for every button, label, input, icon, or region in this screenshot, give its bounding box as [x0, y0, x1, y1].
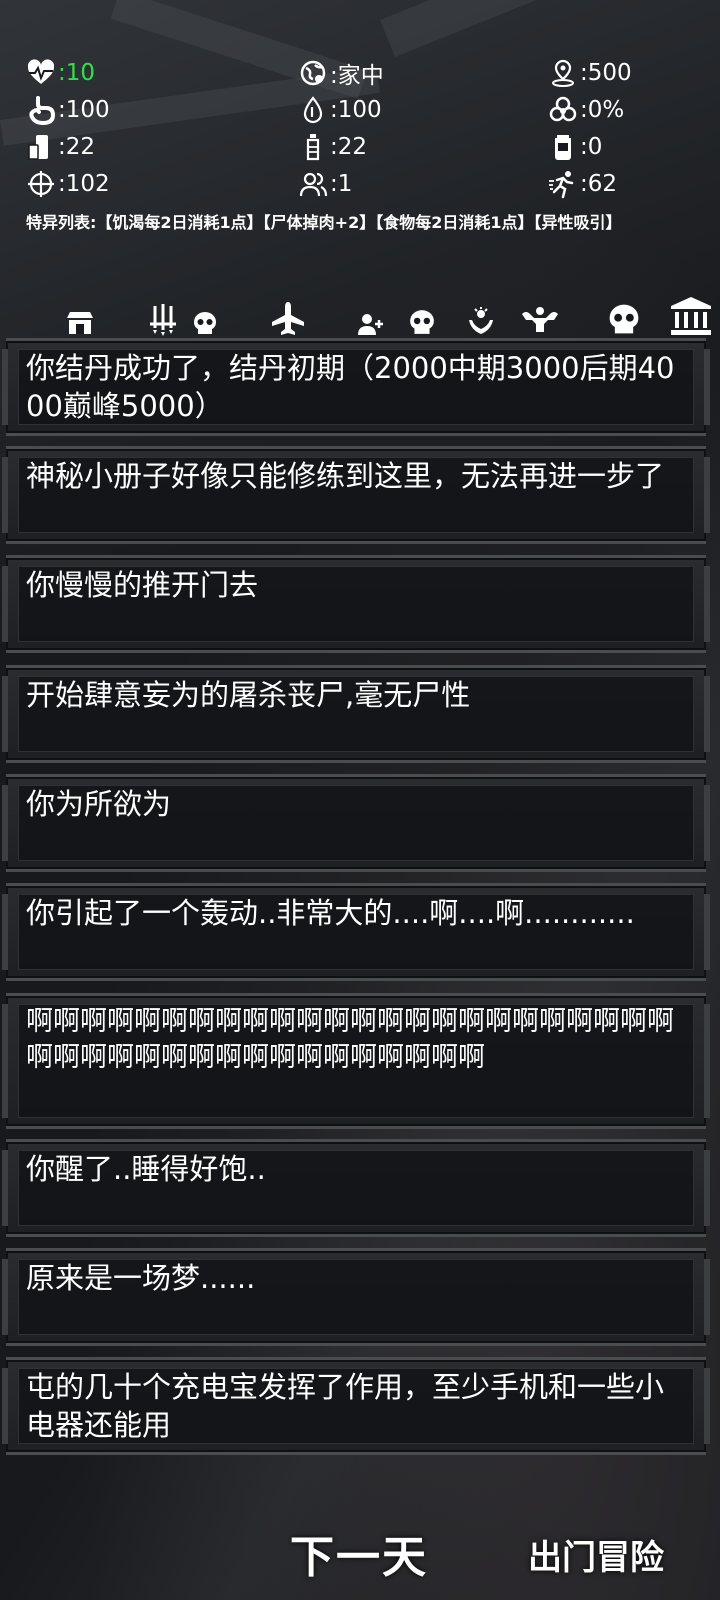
stomach-icon: [29, 96, 56, 125]
biohazard-icon: [549, 96, 577, 122]
food-can-icon: [28, 135, 48, 160]
message-text: 你醒了..睡得好饱..: [26, 1152, 266, 1186]
muscle-icon: [522, 307, 558, 332]
message-text: 你为所欲为: [26, 787, 172, 821]
airplane-icon: [272, 302, 304, 335]
stat-attack-value: :102: [58, 171, 110, 197]
stat-people-value: :1: [330, 171, 353, 197]
message-text: 你结丹成功了，结丹初期（2000中期3000后期4000巅峰5000）: [26, 351, 675, 423]
crosshair-icon: [28, 171, 54, 197]
traits-list: 特异列表:【饥渴每2日消耗1点】【尸体掉肉+2】【食物每2日消耗1点】【异性吸引…: [26, 213, 622, 232]
list-item: 原来是一场梦......: [2, 1248, 710, 1346]
stat-distance: :500: [548, 58, 696, 88]
water-drop-icon: [303, 96, 323, 124]
stat-infection: :0%: [548, 95, 696, 125]
running-icon: [549, 171, 574, 199]
travel-button[interactable]: [268, 290, 308, 336]
bank-button[interactable]: [668, 290, 714, 336]
status-panel: :10 :家中 :500 :100 :100 :0% :22 :22 :0 :1…: [26, 58, 696, 199]
stat-people: :1: [298, 169, 548, 199]
stat-water: :22: [298, 132, 548, 162]
recruit-button[interactable]: [355, 290, 389, 336]
heartbeat-icon: [27, 59, 55, 84]
jar-icon: [555, 135, 571, 160]
list-item: 你慢慢的推开门去: [2, 555, 710, 653]
stat-attack: :102: [26, 169, 298, 199]
list-item: 神秘小册子好像只能修练到这里，无法再进一步了: [2, 446, 710, 544]
zombie-button[interactable]: [190, 290, 220, 336]
message-text: 神秘小册子好像只能修练到这里，无法再进一步了: [26, 459, 665, 493]
stat-supplies: :0: [548, 132, 696, 162]
shop-button[interactable]: [62, 290, 98, 336]
stat-thirst-value: :100: [330, 97, 382, 123]
list-item: 啊啊啊啊啊啊啊啊啊啊啊啊啊啊啊啊啊啊啊啊啊啊啊啊啊啊啊啊啊啊啊啊啊啊啊啊啊啊啊啊…: [2, 993, 710, 1129]
stat-food-value: :22: [58, 134, 96, 160]
action-icon-bar: [0, 290, 720, 340]
shop-icon: [67, 312, 93, 334]
stat-water-value: :22: [330, 134, 368, 160]
stat-location: :家中: [298, 58, 548, 89]
skull-icon: [194, 312, 216, 334]
list-item: 你为所欲为: [2, 774, 710, 872]
list-item: 屯的几十个充电宝发挥了作用，至少手机和一些小电器还能用: [2, 1357, 710, 1455]
stat-thirst: :100: [298, 95, 548, 125]
stat-speed-value: :62: [580, 171, 618, 197]
stat-location-value: :家中: [330, 63, 384, 89]
skull-icon: [410, 310, 434, 334]
stat-supplies-value: :0: [580, 134, 603, 160]
boss-button[interactable]: [604, 290, 644, 336]
message-text: 开始肆意妄为的屠杀丧尸,毫无尸性: [26, 678, 471, 712]
weapons-button[interactable]: [145, 290, 181, 336]
add-user-icon: [358, 314, 383, 335]
train-button[interactable]: [518, 290, 562, 336]
go-out-adventure-button[interactable]: 出门冒险: [528, 1530, 664, 1579]
message-text: 你慢慢的推开门去: [26, 568, 259, 602]
stat-hunger-value: :100: [58, 97, 110, 123]
stat-health-value: :10: [58, 60, 96, 86]
next-day-button[interactable]: 下一天: [290, 1521, 428, 1585]
weapons-icon: [150, 304, 176, 336]
people-icon: [299, 172, 328, 197]
stat-food: :22: [26, 132, 298, 162]
stat-health: :10: [26, 58, 298, 88]
list-item: 开始肆意妄为的屠杀丧尸,毫无尸性: [2, 665, 710, 763]
stat-infection-value: :0%: [580, 97, 625, 123]
message-text: 你引起了一个轰动..非常大的....啊....啊............: [26, 896, 635, 930]
stat-speed: :62: [548, 169, 696, 199]
message-text: 啊啊啊啊啊啊啊啊啊啊啊啊啊啊啊啊啊啊啊啊啊啊啊啊啊啊啊啊啊啊啊啊啊啊啊啊啊啊啊啊…: [26, 1006, 674, 1073]
bank-icon: [671, 297, 711, 335]
bottle-icon: [306, 134, 320, 161]
list-item: 你结丹成功了，结丹初期（2000中期3000后期4000巅峰5000）: [2, 338, 710, 436]
zombie-horde-button[interactable]: [405, 290, 439, 336]
message-text: 原来是一场梦......: [26, 1261, 256, 1295]
message-text: 屯的几十个充电宝发挥了作用，至少手机和一些小电器还能用: [26, 1370, 665, 1442]
stat-hunger: :100: [26, 95, 298, 125]
list-item: 你引起了一个轰动..非常大的....啊....啊............: [2, 883, 710, 981]
magic-hands-icon: [469, 307, 493, 334]
skill-button[interactable]: [464, 290, 498, 336]
stat-distance-value: :500: [580, 60, 632, 86]
map-pin-icon: [552, 59, 574, 87]
list-item: 你醒了..睡得好饱..: [2, 1139, 710, 1237]
globe-location-icon: [300, 60, 326, 86]
skull-large-icon: [609, 304, 639, 334]
